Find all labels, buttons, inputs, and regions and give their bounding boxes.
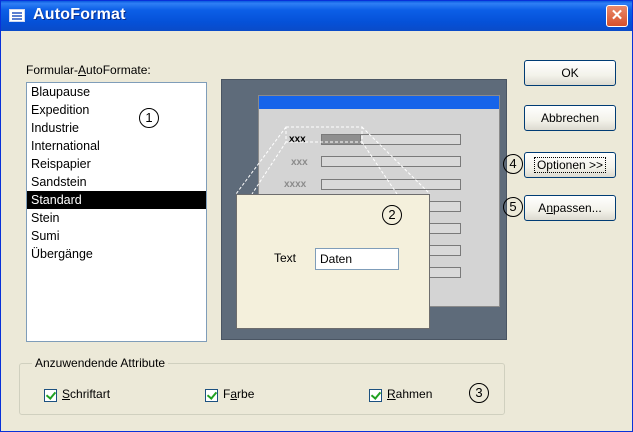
preview-data-field: Daten	[315, 248, 399, 270]
close-icon: ✕	[610, 7, 624, 24]
list-item[interactable]: Reispapier	[27, 155, 206, 173]
format-preview: xxx xxx xxxx 2 Text Daten	[221, 79, 507, 340]
list-item[interactable]: Stein	[27, 209, 206, 227]
ok-button[interactable]: OK	[524, 60, 616, 86]
list-item[interactable]: Übergänge	[27, 245, 206, 263]
list-item[interactable]: Sumi	[27, 227, 206, 245]
preview-text-label: Text	[274, 251, 297, 265]
font-checkbox[interactable]	[44, 389, 57, 402]
border-checkbox-label[interactable]: Rahmen	[387, 387, 432, 401]
callout-3: 3	[469, 383, 489, 403]
border-checkbox[interactable]	[369, 389, 382, 402]
autoformats-listbox[interactable]: Blaupause Expedition Industrie Internati…	[26, 82, 207, 342]
list-item[interactable]: Expedition	[27, 101, 206, 119]
close-button[interactable]: ✕	[606, 5, 628, 27]
callout-2: 2	[382, 205, 402, 225]
autoformats-label: Formular-AutoFormate:	[26, 63, 151, 77]
color-checkbox[interactable]	[205, 389, 218, 402]
list-item[interactable]: Blaupause	[27, 83, 206, 101]
font-checkbox-label[interactable]: Schriftart	[62, 387, 110, 401]
options-button[interactable]: Optionen >>	[524, 152, 616, 178]
list-item-selected[interactable]: Standard	[27, 191, 206, 209]
color-checkbox-label[interactable]: Farbe	[223, 387, 254, 401]
cancel-button[interactable]: Abbrechen	[524, 105, 616, 131]
attributes-legend: Anzuwendende Attribute	[32, 356, 169, 370]
list-item[interactable]: Industrie	[27, 119, 206, 137]
title-bar[interactable]: AutoFormat ✕	[1, 1, 632, 31]
customize-button[interactable]: Anpassen...	[524, 195, 616, 221]
form-icon	[9, 9, 25, 22]
window-title: AutoFormat	[33, 6, 126, 23]
callout-4: 4	[503, 154, 523, 174]
preview-form-front: 2 Text Daten	[236, 194, 430, 329]
callout-1: 1	[139, 108, 159, 128]
list-item[interactable]: Sandstein	[27, 173, 206, 191]
autoformat-dialog: AutoFormat ✕ Formular-AutoFormate: Blaup…	[0, 0, 633, 432]
list-item[interactable]: International	[27, 137, 206, 155]
callout-5: 5	[503, 197, 523, 217]
